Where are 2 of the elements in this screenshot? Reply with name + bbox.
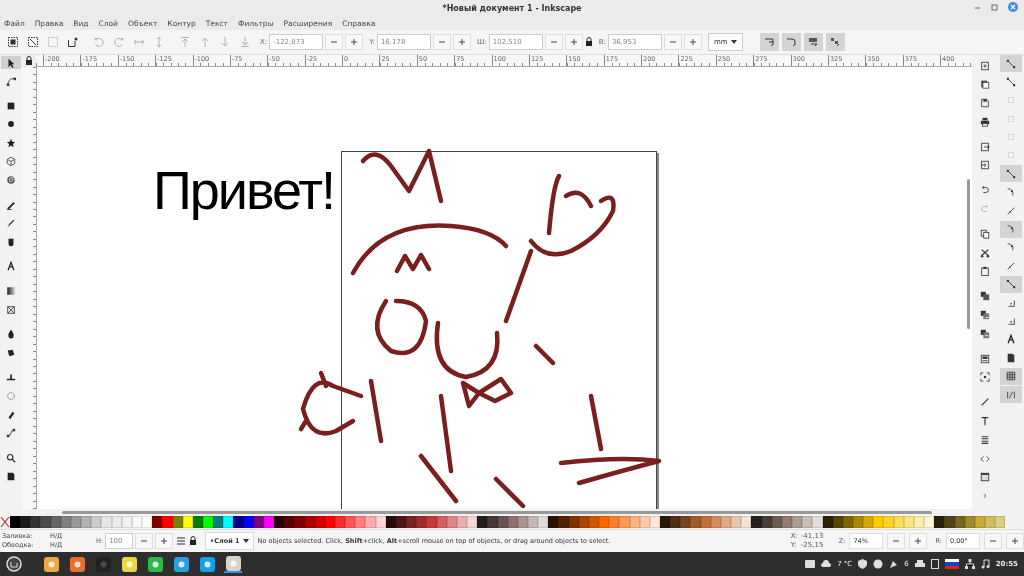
window-title: *Новый документ 1 - Inkscape [442,3,582,13]
drawing-canvas[interactable]: Привет! [37,67,964,509]
